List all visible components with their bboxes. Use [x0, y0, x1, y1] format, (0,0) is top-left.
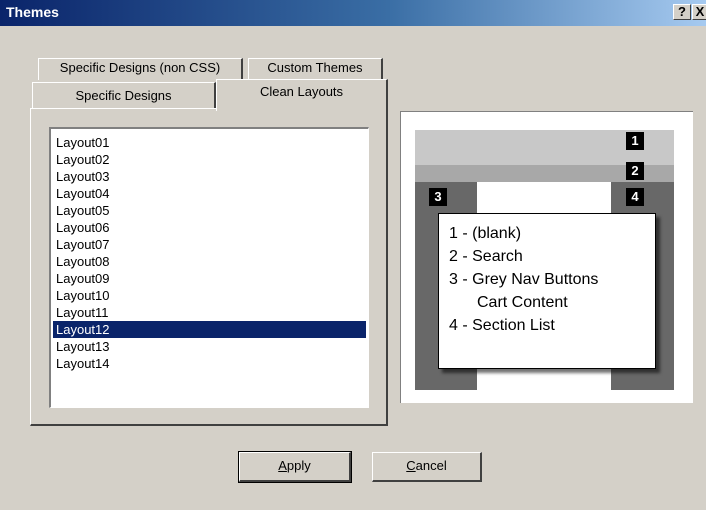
list-item[interactable]: Layout06 [53, 219, 366, 236]
tab-custom-themes[interactable]: Custom Themes [248, 58, 383, 80]
list-item[interactable]: Layout13 [53, 338, 366, 355]
list-item[interactable]: Layout07 [53, 236, 366, 253]
list-item[interactable]: Layout02 [53, 151, 366, 168]
help-button[interactable]: ? [673, 4, 691, 20]
legend-line: Cart Content [477, 294, 568, 311]
title-bar: Themes ? X [0, 0, 706, 26]
legend-line: 2 - Search [449, 248, 523, 265]
list-item[interactable]: Layout10 [53, 287, 366, 304]
list-item[interactable]: Layout04 [53, 185, 366, 202]
legend-line: 3 - Grey Nav Buttons [449, 271, 599, 288]
apply-label: pply [286, 458, 311, 473]
preview-badge-4: 4 [626, 188, 644, 206]
apply-button[interactable]: Apply [238, 451, 352, 483]
list-item[interactable]: Layout08 [53, 253, 366, 270]
preview-legend: 1 - (blank) 2 - Search 3 - Grey Nav Butt… [438, 213, 656, 369]
preview-badge-2: 2 [626, 162, 644, 180]
apply-mnemonic: A [278, 458, 287, 473]
tab-specific-designs-non-css[interactable]: Specific Designs (non CSS) [38, 58, 243, 80]
list-item[interactable]: Layout14 [53, 355, 366, 372]
list-item[interactable]: Layout03 [53, 168, 366, 185]
list-item[interactable]: Layout01 [53, 134, 366, 151]
list-item-selected[interactable]: Layout12 [53, 321, 366, 338]
tab-panel: Layout01 Layout02 Layout03 Layout04 Layo… [30, 108, 388, 426]
layout-preview: 1 2 3 4 1 - (blank) 2 - Search 3 - Grey … [400, 111, 693, 403]
list-item[interactable]: Layout09 [53, 270, 366, 287]
tab-specific-designs[interactable]: Specific Designs [32, 82, 216, 110]
close-button[interactable]: X [692, 4, 706, 20]
preview-badge-1: 1 [626, 132, 644, 150]
cancel-button[interactable]: Cancel [372, 452, 482, 482]
tab-clean-layouts[interactable]: Clean Layouts [216, 79, 388, 111]
preview-badge-3: 3 [429, 188, 447, 206]
legend-line: 1 - (blank) [449, 225, 522, 242]
window-title: Themes [6, 4, 59, 20]
cancel-label: ancel [415, 458, 447, 473]
list-item[interactable]: Layout05 [53, 202, 366, 219]
legend-line: 4 - Section List [449, 317, 555, 334]
cancel-mnemonic: C [406, 458, 416, 473]
layout-listbox[interactable]: Layout01 Layout02 Layout03 Layout04 Layo… [49, 127, 369, 408]
list-item[interactable]: Layout11 [53, 304, 366, 321]
